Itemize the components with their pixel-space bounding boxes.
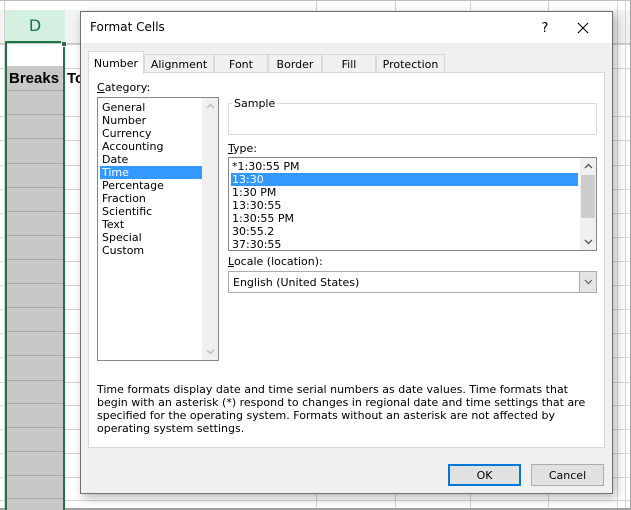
scroll-up-button[interactable] xyxy=(580,158,596,174)
type-item[interactable]: 1:30 PM xyxy=(231,186,578,199)
tab-number[interactable]: Number xyxy=(88,51,144,74)
chevron-down-icon xyxy=(583,239,593,245)
dialog-title: Format Cells xyxy=(90,20,165,34)
active-cell[interactable] xyxy=(7,44,63,66)
type-item[interactable]: 30:55.2 xyxy=(231,225,578,238)
dialog-titlebar[interactable]: Format Cells ? xyxy=(81,12,612,43)
category-item-date[interactable]: Date xyxy=(100,153,202,166)
tab-font[interactable]: Font xyxy=(214,54,268,73)
category-item-time[interactable]: Time xyxy=(100,166,202,179)
category-item-fraction[interactable]: Fraction xyxy=(100,192,202,205)
column-header-d[interactable]: D xyxy=(5,10,65,43)
type-label: Type: xyxy=(228,142,257,155)
type-item[interactable]: 13:30:55 xyxy=(231,199,578,212)
category-item-accounting[interactable]: Accounting xyxy=(100,140,202,153)
help-button[interactable]: ? xyxy=(535,18,555,38)
chevron-up-icon xyxy=(205,103,215,109)
locale-value: English (United States) xyxy=(233,276,360,289)
scroll-up-button[interactable] xyxy=(202,98,218,114)
type-item[interactable]: 1:30:55 PM xyxy=(231,212,578,225)
cell-breaks-header[interactable]: Breaks xyxy=(9,70,59,87)
tab-border[interactable]: Border xyxy=(268,54,322,73)
scrollbar-thumb[interactable] xyxy=(581,175,595,218)
tab-fill[interactable]: Fill xyxy=(322,54,376,73)
category-item-text[interactable]: Text xyxy=(100,218,202,231)
locale-dropdown[interactable]: English (United States) xyxy=(228,271,597,293)
locale-label: Locale (location): xyxy=(228,255,323,268)
fill-handle[interactable] xyxy=(61,41,67,47)
type-item-selected[interactable]: 13:30 xyxy=(231,173,578,186)
sample-groupbox xyxy=(228,103,597,135)
scroll-down-button[interactable] xyxy=(202,344,218,360)
category-item-special[interactable]: Special xyxy=(100,231,202,244)
help-icon: ? xyxy=(541,20,549,36)
selected-column-d[interactable] xyxy=(5,43,65,510)
cell-next-header[interactable]: To xyxy=(67,70,81,87)
locale-dropdown-button[interactable] xyxy=(579,272,596,292)
type-item[interactable]: 37:30:55 xyxy=(231,238,578,251)
type-scrollbar[interactable] xyxy=(580,158,596,250)
scroll-down-button[interactable] xyxy=(580,234,596,250)
category-item-custom[interactable]: Custom xyxy=(100,244,202,257)
format-cells-dialog: Format Cells ? Number Alignment Font Bor… xyxy=(80,11,613,494)
category-item-currency[interactable]: Currency xyxy=(100,127,202,140)
sample-label: Sample xyxy=(232,97,278,110)
category-item-number[interactable]: Number xyxy=(100,114,202,127)
cancel-button[interactable]: Cancel xyxy=(531,464,604,486)
tab-protection[interactable]: Protection xyxy=(376,54,445,73)
category-listbox[interactable]: General Number Currency Accounting Date … xyxy=(97,97,219,361)
close-button[interactable] xyxy=(571,17,595,39)
format-description: Time formats display date and time seria… xyxy=(97,383,586,435)
ok-button[interactable]: OK xyxy=(448,464,521,486)
close-icon xyxy=(577,22,589,34)
category-label: Category: xyxy=(97,81,151,94)
chevron-up-icon xyxy=(583,163,593,169)
type-listbox[interactable]: *1:30:55 PM 13:30 1:30 PM 13:30:55 1:30:… xyxy=(228,157,597,251)
chevron-down-icon xyxy=(205,349,215,355)
category-item-general[interactable]: General xyxy=(100,101,202,114)
chevron-down-icon xyxy=(584,279,592,285)
category-item-percentage[interactable]: Percentage xyxy=(100,179,202,192)
tab-alignment[interactable]: Alignment xyxy=(144,54,214,73)
category-item-scientific[interactable]: Scientific xyxy=(100,205,202,218)
number-tab-panel: Category: General Number Currency Accoun… xyxy=(88,72,605,448)
category-scrollbar[interactable] xyxy=(202,98,218,360)
type-item[interactable]: *1:30:55 PM xyxy=(231,160,578,173)
